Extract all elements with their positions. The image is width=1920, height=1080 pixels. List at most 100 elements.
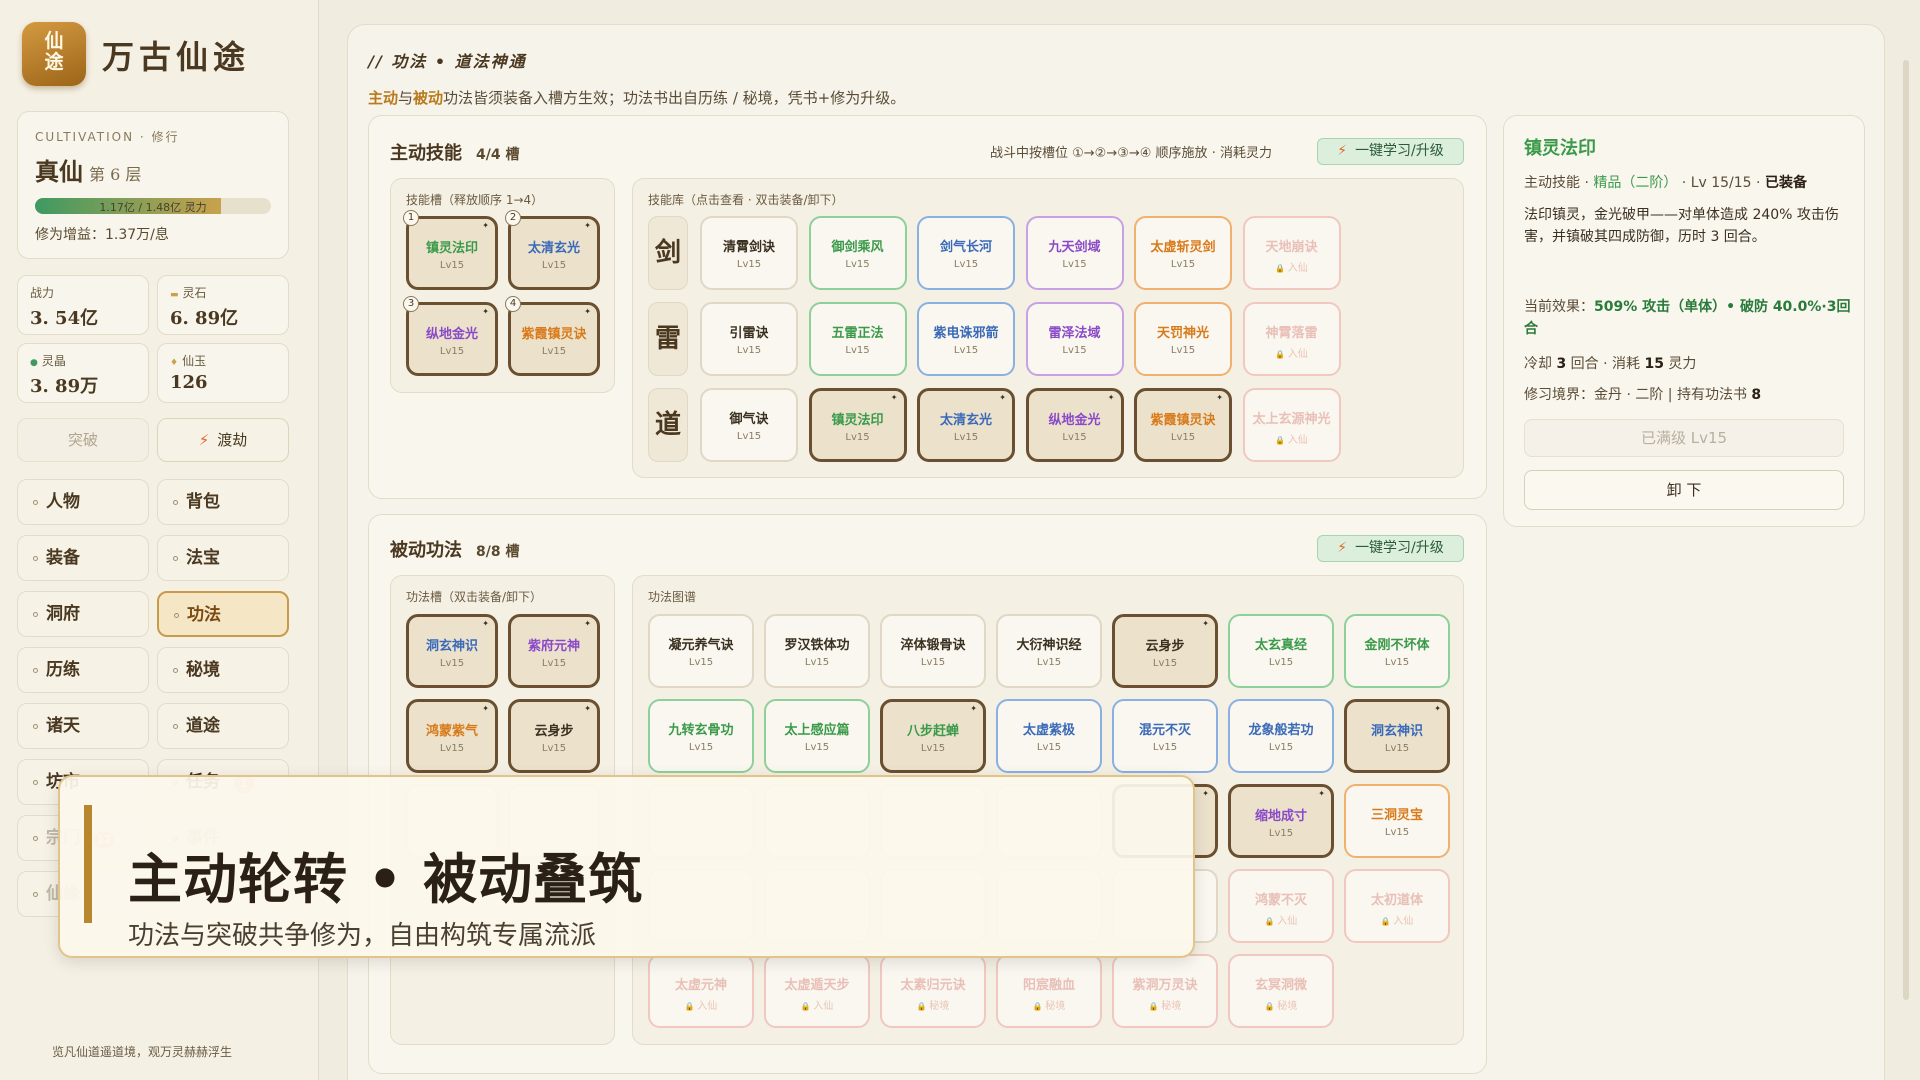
skill-name: 雷泽法域 (1048, 326, 1101, 341)
active-skill-slot[interactable]: ✦ 太清玄光 Lv15 (508, 216, 600, 290)
passive-skill-slot[interactable]: ✦ 云身步 Lv15 (508, 699, 600, 773)
nav-item[interactable]: 道途 (157, 703, 289, 749)
nav-item[interactable]: 功法 (157, 591, 289, 637)
passive-library-cell[interactable]: 大衍神识经 Lv15 (996, 614, 1102, 688)
skill-library-cell[interactable]: ✦ 镇灵法印 Lv15 (808, 388, 907, 462)
passive-skill-slot[interactable]: ✦ 紫府元神 Lv15 (508, 614, 600, 688)
exp-progress-text: 1.17亿 / 1.48亿 灵力 (99, 201, 207, 214)
equipped-star-icon: ✦ (482, 704, 489, 713)
passive-library-cell[interactable]: 太玄真经 Lv15 (1228, 614, 1334, 688)
passive-library-cell[interactable]: 罗汉铁体功 Lv15 (764, 614, 870, 688)
passive-library-cell[interactable]: 九转玄骨功 Lv15 (648, 699, 754, 773)
skill-level: Lv15 (766, 657, 868, 668)
passive-library-cell[interactable]: 玄冥洞微 🔒 秘境 (1228, 954, 1334, 1028)
skill-library-cell[interactable]: 御剑乘风 Lv15 (808, 216, 907, 290)
nav-item[interactable]: 历练 (17, 647, 149, 693)
passive-library-cell[interactable]: 阳宸融血 🔒 秘境 (996, 954, 1102, 1028)
skill-library-cell[interactable]: 引雷诀 Lv15 (700, 302, 798, 376)
subtitle-active: 主动 (368, 89, 399, 107)
realm-text: 真仙 (35, 157, 83, 186)
passive-library-cell[interactable]: 紫洞万灵诀 🔒 秘境 (1112, 954, 1218, 1028)
skill-library-cell[interactable]: 清霄剑诀 Lv15 (700, 216, 798, 290)
skill-library-cell[interactable]: 五雷正法 Lv15 (808, 302, 907, 376)
tribulation-button[interactable]: ⚡ 渡劫 (157, 418, 289, 462)
skill-level-text: Lv15 (736, 431, 762, 442)
passive-library-cell[interactable]: 龙象般若功 Lv15 (1228, 699, 1334, 773)
passive-library-cell[interactable]: 太虚遁天步 🔒 入仙 (764, 954, 870, 1028)
active-skill-slot[interactable]: ✦ 纵地金光 Lv15 (406, 302, 498, 376)
skill-library-cell[interactable]: ✦ 紫霞镇灵诀 Lv15 (1134, 388, 1232, 462)
nav-bullet-icon (33, 555, 38, 561)
skill-level-text: Lv15 (1268, 742, 1294, 753)
skill-library-cell[interactable]: ✦ 太清玄光 Lv15 (917, 388, 1015, 462)
active-onekey-button[interactable]: ⚡ 一键学习/升级 (1317, 138, 1464, 165)
passive-library-cell[interactable]: 淬体锻骨诀 Lv15 (880, 614, 986, 688)
unequip-button[interactable]: 卸 下 (1524, 470, 1844, 510)
skill-level: 🔒 入仙 (1230, 912, 1332, 927)
skill-library-cell[interactable]: 太虚斩灵剑 Lv15 (1134, 216, 1232, 290)
passive-library-cell[interactable]: ✦ 云身步 Lv15 (1112, 614, 1218, 688)
scrollbar[interactable] (1903, 60, 1909, 1000)
skill-level-text: Lv15 (920, 743, 946, 754)
passive-title-text: 被动功法 (390, 540, 462, 561)
category-tab[interactable]: 剑 (648, 216, 688, 290)
skill-library-cell[interactable]: 九天剑域 Lv15 (1025, 216, 1124, 290)
active-skill-slot[interactable]: ✦ 镇灵法印 Lv15 (406, 216, 498, 290)
skill-name: 鸿蒙不灭 (1254, 893, 1307, 908)
passive-skill-slot[interactable]: ✦ 洞玄神识 Lv15 (406, 614, 498, 688)
nav-item[interactable]: 法宝 (157, 535, 289, 581)
passive-skill-slot[interactable]: ✦ 鸿蒙紫气 Lv15 (406, 699, 498, 773)
category-tab[interactable]: 道 (648, 388, 688, 462)
passive-library-cell[interactable]: 太素归元诀 🔒 秘境 (880, 954, 986, 1028)
skill-library-cell[interactable]: 太上玄源神光 🔒 入仙 (1242, 388, 1341, 462)
skill-level: Lv15 (766, 742, 868, 753)
passive-library-cell[interactable]: 三洞灵宝 Lv15 (1344, 784, 1450, 858)
skill-level: Lv15 (1029, 432, 1121, 443)
nav-bullet-icon (33, 891, 38, 897)
passive-library-cell[interactable]: 金刚不坏体 Lv15 (1344, 614, 1450, 688)
nav-bullet-icon (33, 667, 38, 673)
skill-name: 太清玄光 (527, 241, 580, 256)
stat-card: ▬ 灵石 6. 89亿 (157, 275, 289, 335)
passive-library-cell[interactable]: 太虚元神 🔒 入仙 (648, 954, 754, 1028)
passive-library-cell[interactable]: 鸿蒙不灭 🔒 入仙 (1228, 869, 1334, 943)
passive-library-cell[interactable]: ✦ 缩地成寸 Lv15 (1228, 784, 1334, 858)
passive-library-cell[interactable]: 凝元养气诀 Lv15 (648, 614, 754, 688)
passive-library-cell[interactable]: ✦ 洞玄神识 Lv15 (1344, 699, 1450, 773)
nav-item[interactable]: 洞府 (17, 591, 149, 637)
active-slots-label: 技能槽（释放顺序 1→4） (406, 193, 544, 207)
skill-library-cell[interactable]: 御气诀 Lv15 (700, 388, 798, 462)
skill-level-text: Lv15 (439, 346, 465, 357)
skill-library-cell[interactable]: 天地崩诀 🔒 入仙 (1242, 216, 1341, 290)
max-level-button[interactable]: 已满级 Lv15 (1524, 419, 1844, 457)
passive-library-cell[interactable]: 太上感应篇 Lv15 (764, 699, 870, 773)
equipped-star-icon: ✦ (1202, 619, 1209, 628)
skill-library-cell[interactable]: 剑气长河 Lv15 (917, 216, 1015, 290)
nav-item[interactable]: 装备 (17, 535, 149, 581)
category-tab[interactable]: 雷 (648, 302, 688, 376)
nav-item[interactable]: 人物 (17, 479, 149, 525)
req-pre: 修习境界：金丹 · 二阶 | 持有功法书 (1524, 387, 1752, 403)
skill-library-cell[interactable]: 紫电诛邪箭 Lv15 (917, 302, 1015, 376)
skill-library-cell[interactable]: ✦ 纵地金光 Lv15 (1025, 388, 1124, 462)
skill-library-cell[interactable]: 雷泽法域 Lv15 (1025, 302, 1124, 376)
passive-onekey-button[interactable]: ⚡ 一键学习/升级 (1317, 535, 1464, 562)
skill-name: 太虚元神 (674, 978, 727, 993)
nav-bullet-icon (173, 499, 178, 505)
passive-library-cell[interactable]: 太虚紫极 Lv15 (996, 699, 1102, 773)
passive-library-cell[interactable]: 混元不灭 Lv15 (1112, 699, 1218, 773)
skill-library-cell[interactable]: 神霄落雷 🔒 入仙 (1242, 302, 1341, 376)
skill-level: 🔒 入仙 (1245, 431, 1339, 446)
passive-library-cell[interactable]: ✦ 八步赶蝉 Lv15 (880, 699, 986, 773)
skill-library-cell[interactable]: 天罚神光 Lv15 (1134, 302, 1232, 376)
skill-level: Lv15 (1114, 742, 1216, 753)
skill-level: Lv15 (702, 431, 796, 442)
nav-item[interactable]: 背包 (157, 479, 289, 525)
breakthrough-button[interactable]: 突破 (17, 418, 149, 462)
nav-item[interactable]: 诸天 (17, 703, 149, 749)
nav-item[interactable]: 秘境 (157, 647, 289, 693)
passive-slot-count: 8/8 槽 (476, 544, 520, 560)
skill-name: 阳宸融血 (1022, 978, 1075, 993)
passive-library-cell[interactable]: 太初道体 🔒 入仙 (1344, 869, 1450, 943)
active-skill-slot[interactable]: ✦ 紫霞镇灵诀 Lv15 (508, 302, 600, 376)
